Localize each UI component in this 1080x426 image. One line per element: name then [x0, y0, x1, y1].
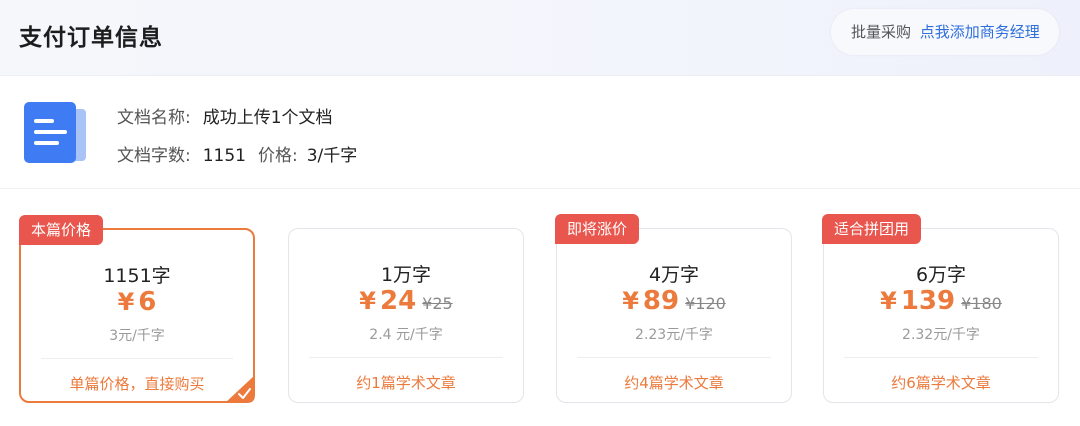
plan-price: ¥89 ¥120: [557, 286, 791, 316]
plan-price-value: 24: [379, 286, 417, 316]
bulk-purchase-pill: 批量采购 点我添加商务经理: [831, 9, 1059, 55]
plan-badge: 即将涨价: [555, 214, 640, 244]
plan-unit-price: 3元/千字: [109, 328, 165, 344]
plan-footer: 单篇价格，直接购买: [69, 375, 205, 393]
currency-symbol: ¥: [622, 287, 639, 315]
selected-check-icon: [225, 375, 255, 403]
plan-badge: 适合拼团用: [822, 214, 922, 244]
card-divider: [577, 357, 771, 358]
plan-price-value: 6: [138, 287, 157, 317]
plan-card-40k[interactable]: 即将涨价 4万字 ¥89 ¥120 2.23元/千字 约4篇学术文章: [555, 214, 792, 403]
price-label: 价格:: [258, 146, 298, 166]
currency-symbol: ¥: [880, 287, 897, 315]
plan-original-price: ¥25: [422, 294, 453, 313]
plan-price: ¥6: [21, 287, 253, 317]
plan-word-count: 6万字: [915, 264, 967, 286]
plan-card-10k[interactable]: 1万字 ¥24 ¥25 2.4 元/千字 约1篇学术文章: [288, 228, 524, 403]
currency-symbol: ¥: [117, 288, 135, 316]
order-header: 支付订单信息 批量采购 点我添加商务经理: [0, 0, 1080, 76]
plan-card-single[interactable]: 本篇价格 1151字 ¥6 3元/千字 单篇价格，直接购买: [19, 215, 255, 403]
plan-price-value: 139: [900, 286, 956, 316]
plan-footer: 约1篇学术文章: [356, 374, 456, 392]
plan-price: ¥139 ¥180: [824, 286, 1058, 316]
plan-unit-price: 2.23元/千字: [635, 327, 713, 343]
plan-word-count: 4万字: [648, 264, 700, 286]
document-icon: [24, 102, 86, 163]
plan-footer: 约4篇学术文章: [624, 374, 724, 392]
plan-badge: 本篇价格: [19, 215, 104, 245]
word-count-label: 文档字数:: [117, 146, 191, 166]
plan-price-value: 89: [642, 286, 680, 316]
card-divider: [41, 358, 233, 359]
page-title: 支付订单信息: [19, 25, 163, 51]
plan-card-60k[interactable]: 适合拼团用 6万字 ¥139 ¥180 2.32元/千字 约6篇学术文章: [822, 214, 1059, 403]
plan-original-price: ¥120: [685, 294, 726, 313]
card-divider: [309, 357, 503, 358]
plan-word-count: 1151字: [103, 265, 171, 287]
plan-unit-price: 2.32元/千字: [902, 327, 980, 343]
document-count-row: 文档字数: 1151 价格: 3/千字: [117, 141, 357, 166]
plan-footer: 约6篇学术文章: [891, 374, 991, 392]
currency-symbol: ¥: [359, 287, 376, 315]
add-business-manager-link[interactable]: 点我添加商务经理: [920, 23, 1040, 41]
plan-price: ¥24 ¥25: [289, 286, 523, 316]
plan-original-price: ¥180: [961, 294, 1002, 313]
document-name-row: 文档名称: 成功上传1个文档: [117, 103, 333, 128]
document-name-label: 文档名称:: [117, 108, 191, 128]
price-value: 3/千字: [306, 146, 358, 166]
bulk-purchase-label: 批量采购: [851, 23, 912, 41]
plan-word-count: 1万字: [380, 264, 432, 286]
card-divider: [844, 357, 1038, 358]
document-info: 文档名称: 成功上传1个文档 文档字数: 1151 价格: 3/千字: [0, 76, 1080, 189]
document-name-value: 成功上传1个文档: [202, 108, 333, 128]
plan-unit-price: 2.4 元/千字: [369, 327, 443, 343]
word-count-value: 1151: [202, 146, 246, 166]
